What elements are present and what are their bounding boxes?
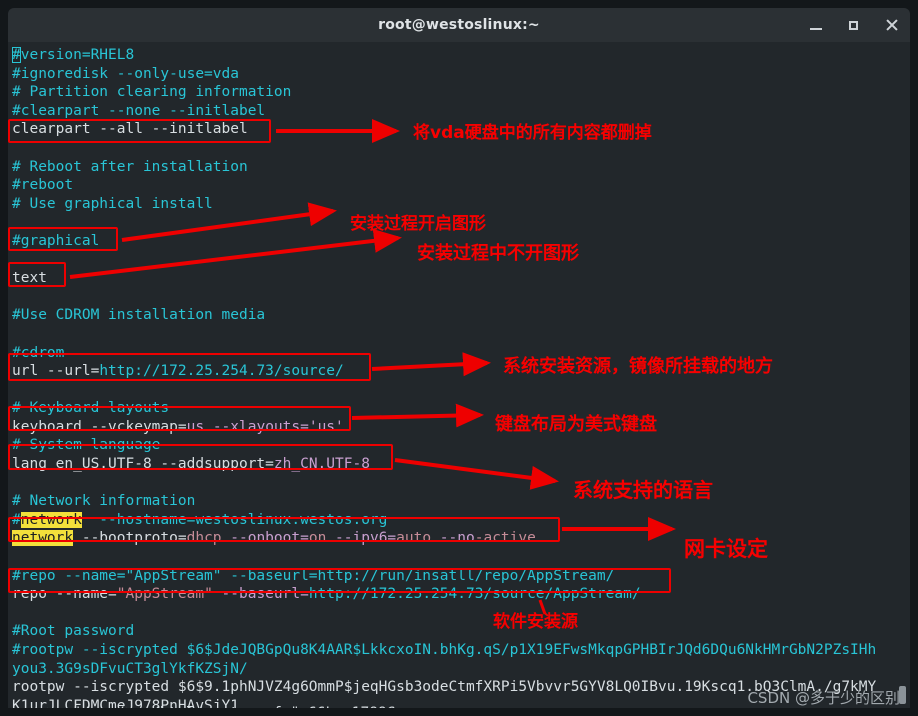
window-titlebar: root@westoslinux:~ (8, 8, 910, 42)
annotation-lang: 系统支持的语言 (573, 478, 713, 502)
code-line-lang: lang en_US.UTF-8 --addsupport=zh_CN.UTF-… (12, 456, 370, 473)
code-line: #network --hostname=westoslinux.westos.o… (12, 511, 388, 528)
code-line: #ignoredisk --only-use=vda (12, 65, 239, 82)
code-line: #repo --name="AppStream" --baseurl=http:… (12, 567, 615, 584)
annotation-url: 系统安装资源，镜像所挂载的地方 (503, 356, 773, 377)
vim-file-status: "/var/www/html/westos.cfg" 66L, 1788C (72, 705, 395, 708)
screen: root@westoslinux:~ #version=RHEL8 #ignor… (0, 0, 918, 716)
code-line: # Partition clearing information (12, 84, 292, 101)
code-line: you3.3G9sDFvuCT3glYkfKZSjN/ (12, 660, 248, 677)
code-line: #Root password (12, 623, 135, 640)
code-line: #Use CDROM installation media (12, 307, 266, 324)
window-controls (808, 8, 900, 42)
close-icon[interactable] (884, 17, 900, 33)
annotation-repo: 软件安装源 (493, 612, 578, 632)
watermark: CSDN @多于少的区别 (747, 689, 900, 707)
code-line-repo: repo --name="AppStream" --baseurl=http:/… (12, 586, 641, 603)
code-line-network: network --bootproto=dhcp --onboot=on --i… (12, 530, 536, 547)
annotation-keyboard: 键盘布局为美式键盘 (495, 414, 657, 435)
code-line: # Network information (12, 493, 196, 510)
minimize-button[interactable] (808, 17, 824, 33)
maximize-button[interactable] (846, 17, 862, 33)
annotation-clearpart: 将vda硬盘中的所有内容都删掉 (413, 123, 652, 143)
code-line: # System language (12, 437, 161, 454)
code-line: # Keyboard layouts (12, 400, 170, 417)
code-line: # Reboot after installation (12, 158, 248, 175)
annotation-graphical: 安装过程开启图形 (350, 214, 486, 234)
annotation-network: 网卡设定 (684, 537, 768, 561)
code-line-text: text (12, 270, 47, 287)
window-title: root@westoslinux:~ (378, 17, 540, 33)
code-line: #version=RHEL8 (12, 47, 135, 63)
code-line: #reboot (12, 177, 74, 194)
code-line-url: url --url=http://172.25.254.73/source/ (12, 363, 344, 380)
code-line: #rootpw --iscrypted $6$JdeJQBGpQu8K4AAR$… (12, 642, 877, 658)
annotation-text-mode: 安装过程中不开图形 (417, 243, 579, 264)
code-line: #cdrom (12, 344, 65, 361)
scrollbar-thumb[interactable] (899, 686, 906, 704)
code-line-keyboard: keyboard --vckeymap=us --xlayouts='us' (12, 418, 344, 435)
